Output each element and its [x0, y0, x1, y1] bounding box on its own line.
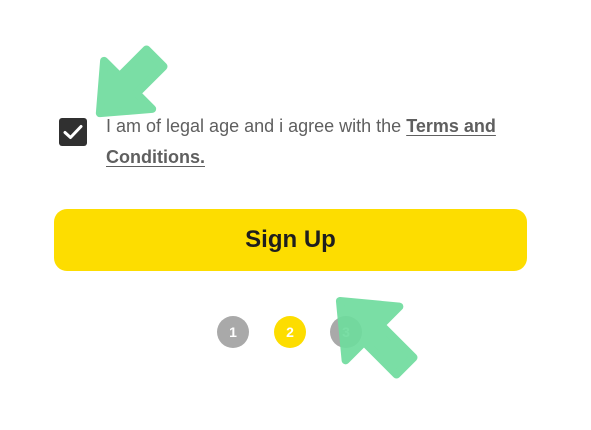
step-indicator-3: 3 [330, 316, 362, 348]
checkmark-icon [63, 125, 83, 139]
step-indicator-2: 2 [274, 316, 306, 348]
step-indicator-1: 1 [217, 316, 249, 348]
consent-label: I am of legal age and i agree with the T… [106, 111, 536, 173]
sign-up-button[interactable]: Sign Up [54, 209, 527, 271]
agree-checkbox[interactable] [59, 118, 87, 146]
consent-text: I am of legal age and i agree with the [106, 116, 407, 136]
